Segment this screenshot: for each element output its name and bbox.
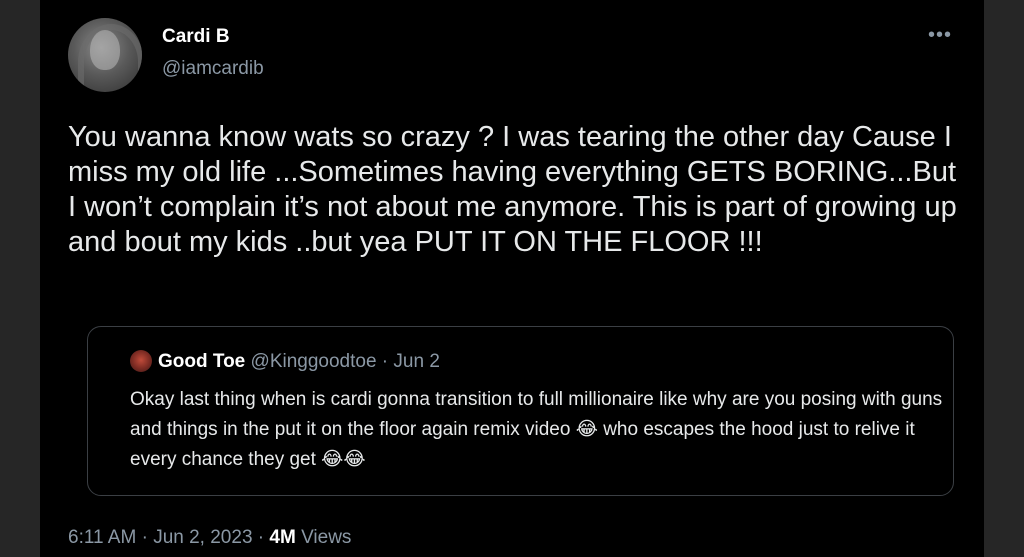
tweet-footer: 6:11 AM · Jun 2, 2023 · 4M Views xyxy=(68,527,351,549)
author-handle[interactable]: @iamcardib xyxy=(162,58,264,80)
quoted-separator: · xyxy=(376,351,394,372)
tweet-card: Cardi B @iamcardib ••• You wanna know wa… xyxy=(40,0,984,557)
quoted-author-handle[interactable]: @Kinggoodtoe xyxy=(251,351,377,372)
quoted-tweet[interactable]: Good Toe @Kinggoodtoe · Jun 2 Okay last … xyxy=(87,326,954,496)
quoted-text: Okay last thing when is cardi gonna tran… xyxy=(130,389,943,470)
author-name[interactable]: Cardi B xyxy=(162,26,230,48)
quoted-author-name[interactable]: Good Toe xyxy=(158,351,245,372)
author-avatar[interactable] xyxy=(68,18,142,92)
quoted-header: Good Toe @Kinggoodtoe · Jun 2 xyxy=(158,351,440,373)
views-count: 4M xyxy=(269,527,296,548)
quoted-avatar[interactable] xyxy=(130,350,152,372)
footer-separator: · xyxy=(136,527,154,548)
footer-separator-2: · xyxy=(252,527,270,548)
tweet-date[interactable]: Jun 2, 2023 xyxy=(153,527,252,548)
quoted-date[interactable]: Jun 2 xyxy=(393,351,439,372)
more-options-icon[interactable]: ••• xyxy=(928,24,952,47)
avatar-face xyxy=(90,30,120,70)
tweet-text: You wanna know wats so crazy ? I was tea… xyxy=(68,121,957,258)
views-label: Views xyxy=(295,527,352,548)
tweet-time[interactable]: 6:11 AM xyxy=(68,527,136,548)
